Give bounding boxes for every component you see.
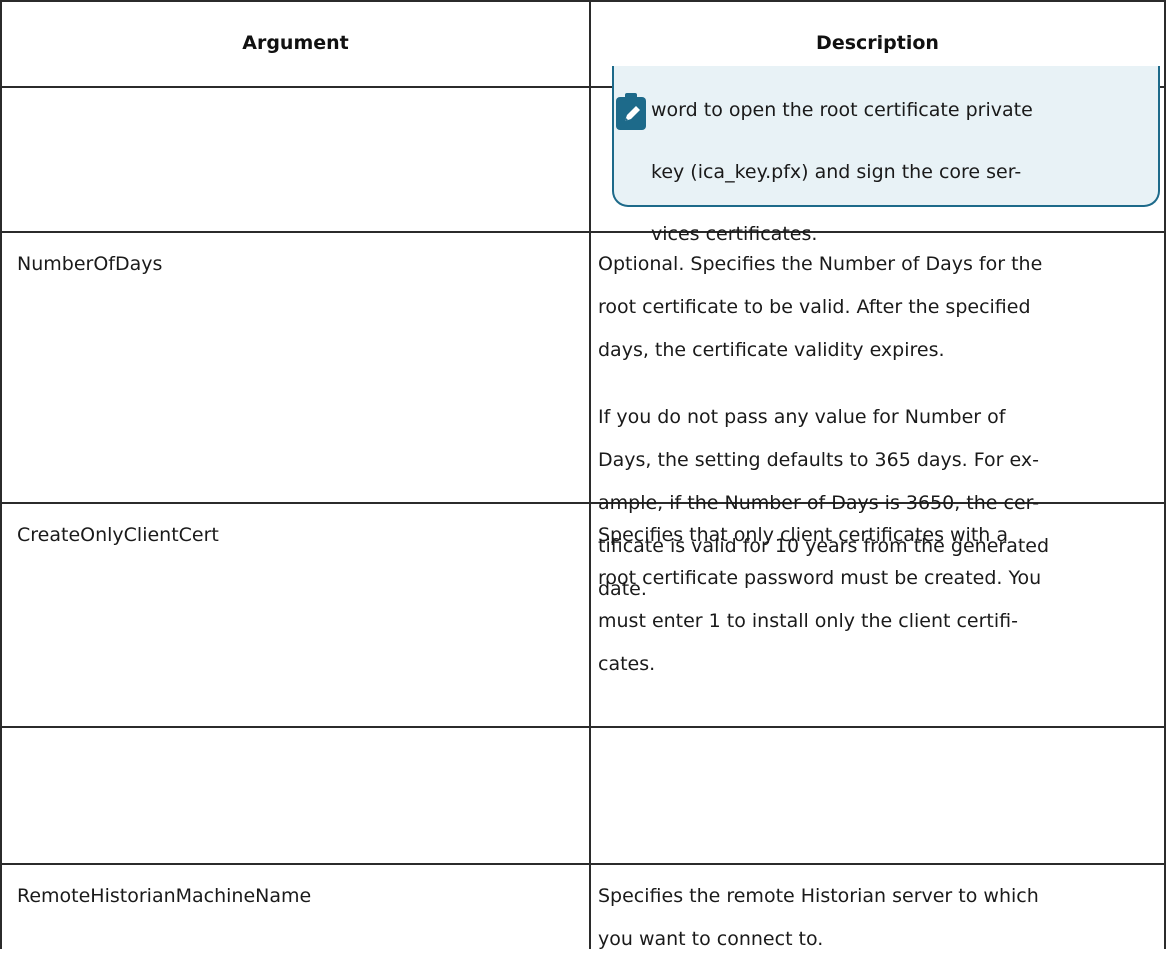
note-line: word to open the root certificate privat… <box>651 99 1033 121</box>
header-argument-label: Argument <box>242 32 349 54</box>
header-description-label: Description <box>816 32 939 54</box>
description-line: root certificate to be valid. After the … <box>598 296 1031 318</box>
description-line: cates. <box>598 653 656 675</box>
description-line: Optional. Specifies the Number of Days f… <box>598 253 1043 275</box>
description-line: root certificate password must be create… <box>598 567 1042 589</box>
table-left-border <box>0 0 2 949</box>
row-divider <box>0 863 1166 865</box>
argument-cell: RemoteHistorianMachineName <box>17 875 311 918</box>
argument-name: NumberOfDays <box>17 253 163 275</box>
description-line: Days, the setting defaults to 365 days. … <box>598 449 1039 471</box>
argument-cell: CreateOnlyClientCert <box>17 514 219 557</box>
description-line: If you do not pass any value for Number … <box>598 406 1006 428</box>
pencil-note-icon <box>616 93 646 130</box>
description-cell: Specifies the remote Historian server to… <box>598 875 1160 961</box>
description-line: days, the certificate validity expires. <box>598 339 945 361</box>
argument-name: RemoteHistorianMachineName <box>17 885 312 907</box>
arguments-table: Argument Description word to open the ro… <box>0 0 1166 950</box>
argument-cell: NumberOfDays <box>17 243 162 286</box>
header-argument: Argument <box>2 0 589 86</box>
note-line: key (ica_key.pfx) and sign the core ser- <box>651 161 1022 183</box>
description-line: Specifies that only client certificates … <box>598 524 1009 546</box>
argument-name: CreateOnlyClientCert <box>17 524 219 546</box>
row-divider <box>0 726 1166 728</box>
description-cell: Specifies that only client certificates … <box>598 514 1160 686</box>
description-line: must enter 1 to install only the client … <box>598 610 1018 632</box>
description-line: Specifies the remote Historian server to… <box>598 885 1039 907</box>
description-line: you want to connect to. <box>598 928 824 950</box>
column-divider <box>589 0 591 949</box>
